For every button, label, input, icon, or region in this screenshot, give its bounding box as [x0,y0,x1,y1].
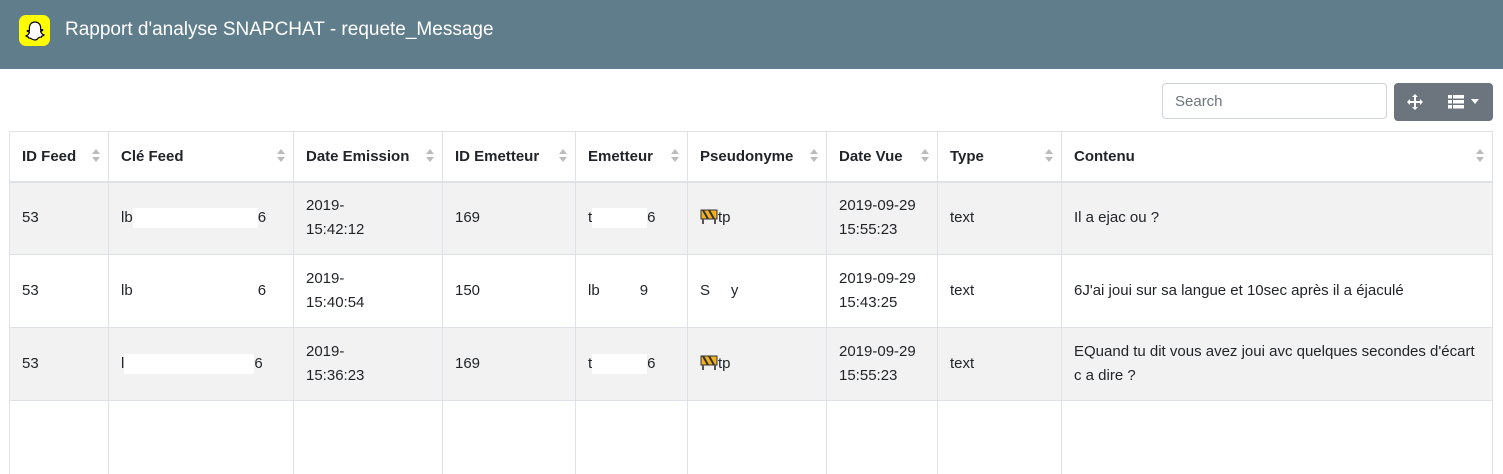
cell-emetteur: t6 [575,327,688,401]
table-row[interactable]: 53 lb 6 2019- 15:40:54 150 lb 9 S y 2019-09… [9,254,1493,328]
cell-date-vue: 2019-09-29 15:43:25 [826,254,938,328]
redaction [124,354,255,375]
column-header[interactable]: ID Emetteur [442,131,576,183]
redaction [132,281,258,302]
redaction [592,354,648,375]
table-row[interactable]: 53 l6 2019- 15:36:23 169 t6 tp 2019-09-29… [9,327,1493,401]
cell-emetteur: lb 9 [575,254,688,328]
cell-date-emission: 2019- 15:36:23 [293,327,443,401]
list-columns-icon [1448,95,1464,109]
column-header[interactable]: Date Vue [826,131,938,183]
redaction [592,208,648,229]
column-header[interactable]: ID Feed [9,131,109,183]
construction-barrier-icon [700,355,718,370]
cell-contenu: 6J'ai joui sur sa langue et 10sec après … [1061,254,1493,328]
move-button[interactable] [1394,83,1435,121]
cell-pseudonyme: tp [687,327,827,401]
column-header[interactable]: Contenu [1061,131,1493,183]
cell-type: text [937,181,1062,255]
app-header: Rapport d'analyse SNAPCHAT - requete_Mes… [0,0,1503,69]
column-header[interactable]: Pseudonyme [687,131,827,183]
cell-emetteur: t6 [575,181,688,255]
column-header[interactable]: Clé Feed [108,131,294,183]
cell-type: text [937,254,1062,328]
sort-icon [921,149,929,165]
cell-cle-feed: lb 6 [108,181,294,255]
caret-down-icon [1471,99,1479,104]
sort-icon [92,149,100,165]
column-header[interactable]: Date Emission [293,131,443,183]
data-table: ID Feed Clé Feed Date Emission ID Emette… [9,131,1493,474]
cell-id-emetteur: 169 [442,181,576,255]
sort-icon [671,149,679,165]
cell-id-emetteur: 150 [442,254,576,328]
cell-date-emission: 2019- 15:40:54 [293,254,443,328]
redaction [132,208,258,229]
search-input[interactable] [1162,83,1387,119]
cell-id-emetteur: 169 [442,327,576,401]
table-row[interactable]: 53 lb 6 2019- 15:42:12 169 t6 tp 2019-09-2… [9,181,1493,255]
sort-icon [810,149,818,165]
column-header[interactable]: Emetteur [575,131,688,183]
sort-icon [559,149,567,165]
table-toolbar-buttons [1394,83,1493,121]
move-arrows-icon [1406,94,1423,110]
sort-icon [277,149,285,165]
cell-cle-feed: lb 6 [108,254,294,328]
cell-contenu: Il a ejac ou ? [1061,181,1493,255]
cell-date-emission: 2019- 15:42:12 [293,181,443,255]
cell-pseudonyme: S y [687,254,827,328]
sort-icon [1045,149,1053,165]
cell-type: text [937,327,1062,401]
cell-id-feed: 53 [9,327,109,401]
cell-pseudonyme: tp [687,181,827,255]
page-title: Rapport d'analyse SNAPCHAT - requete_Mes… [65,19,494,40]
cell-date-vue: 2019-09-29 15:55:23 [826,181,938,255]
table-header-row: ID Feed Clé Feed Date Emission ID Emette… [9,131,1493,183]
cell-id-feed: 53 [9,181,109,255]
sort-icon [1476,149,1484,165]
columns-dropdown-button[interactable] [1435,83,1493,121]
cell-id-feed: 53 [9,254,109,328]
cell-cle-feed: l6 [108,327,294,401]
cell-date-vue: 2019-09-29 15:55:23 [826,327,938,401]
column-header[interactable]: Type [937,131,1062,183]
cell-contenu: EQuand tu dit vous avez joui avc quelque… [1061,327,1493,401]
construction-barrier-icon [700,209,718,225]
redaction [599,281,640,302]
sort-icon [426,149,434,165]
snapchat-ghost-icon [19,15,50,46]
table-row[interactable] [9,400,1493,474]
